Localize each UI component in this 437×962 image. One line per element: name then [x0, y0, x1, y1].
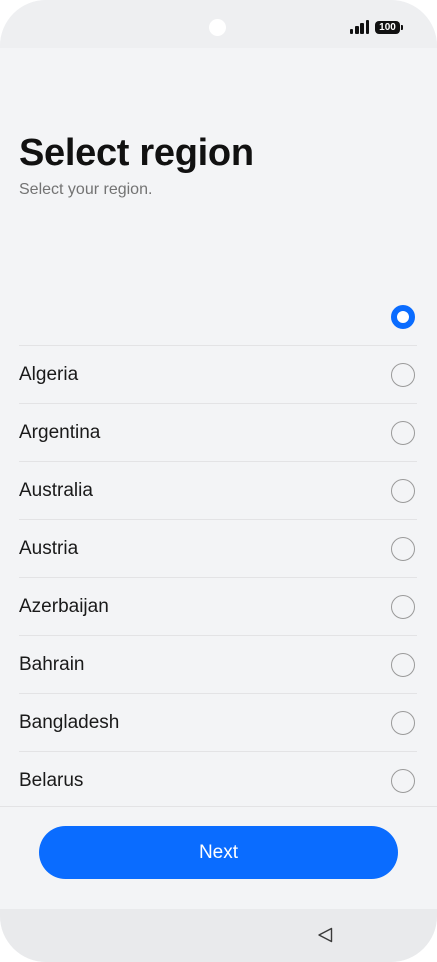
footer-divider [0, 806, 437, 807]
page-title: Select region [19, 132, 254, 174]
radio-unselected-icon[interactable] [391, 595, 415, 619]
radio-selected-icon[interactable] [391, 305, 415, 329]
region-label: Belarus [19, 770, 84, 791]
region-option-azerbaijan[interactable]: Azerbaijan [19, 578, 417, 636]
region-label: Argentina [19, 422, 101, 443]
battery-icon: 100 [375, 21, 403, 34]
region-label: Azerbaijan [19, 596, 109, 617]
region-option-bahrain[interactable]: Bahrain [19, 636, 417, 694]
region-label: Bangladesh [19, 712, 120, 733]
region-label: Australia [19, 480, 93, 501]
back-triangle-icon[interactable] [316, 926, 334, 944]
battery-level: 100 [379, 22, 396, 33]
radio-unselected-icon[interactable] [391, 537, 415, 561]
page-subtitle: Select your region. [19, 181, 153, 198]
region-option-australia[interactable]: Australia [19, 462, 417, 520]
radio-unselected-icon[interactable] [391, 769, 415, 793]
camera-icon [209, 19, 226, 36]
navigation-bar [0, 909, 437, 962]
region-list[interactable]: Algeria Argentina Australia Austria Azer… [0, 288, 437, 806]
next-button[interactable]: Next [39, 826, 398, 879]
signal-icon [350, 20, 370, 34]
radio-unselected-icon[interactable] [391, 363, 415, 387]
region-option-bangladesh[interactable]: Bangladesh [19, 694, 417, 752]
radio-unselected-icon[interactable] [391, 479, 415, 503]
region-option-argentina[interactable]: Argentina [19, 404, 417, 462]
region-label: Austria [19, 538, 79, 559]
region-option-belarus[interactable]: Belarus [19, 752, 417, 806]
region-option-algeria[interactable]: Algeria [19, 346, 417, 404]
region-option-austria[interactable]: Austria [19, 520, 417, 578]
region-option-selected[interactable] [19, 288, 417, 346]
region-label: Bahrain [19, 654, 85, 675]
radio-unselected-icon[interactable] [391, 653, 415, 677]
phone-screen: 100 Select region Select your region. Al… [0, 0, 437, 962]
radio-unselected-icon[interactable] [391, 711, 415, 735]
status-bar: 100 [0, 0, 437, 48]
region-label: Algeria [19, 364, 79, 385]
radio-unselected-icon[interactable] [391, 421, 415, 445]
